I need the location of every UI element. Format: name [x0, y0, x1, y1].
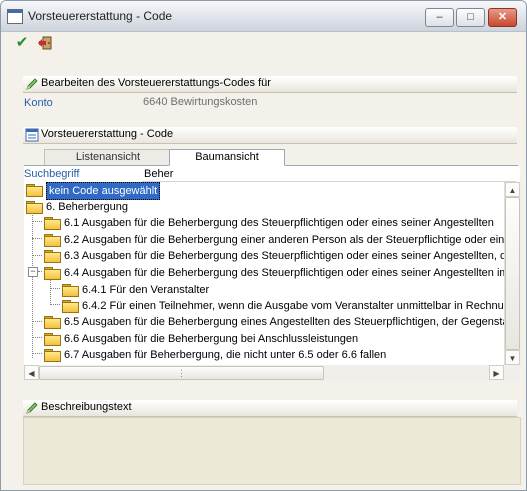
- tree-node-label: 6.2 Ausgaben für die Beherbergung einer …: [64, 234, 504, 246]
- tree-node-label: 6.3 Ausgaben für die Beherbergung des St…: [64, 250, 504, 262]
- code-section-title: Vorsteuererstattung - Code: [41, 128, 174, 140]
- tree-connector: [32, 208, 34, 358]
- pencil-icon: [26, 78, 38, 90]
- vertical-scrollbar[interactable]: ▲ ▼: [504, 182, 521, 365]
- view-tabs: Listenansicht Baumansicht: [24, 149, 518, 166]
- description-textarea[interactable]: [23, 417, 521, 485]
- tree-connector: [38, 271, 42, 273]
- tree-node-label: 6.1 Ausgaben für die Beherbergung des St…: [64, 217, 494, 229]
- tab-baumansicht[interactable]: Baumansicht: [169, 149, 285, 166]
- toolbar: ✔: [1, 32, 526, 54]
- vertical-scroll-thumb[interactable]: [505, 197, 520, 350]
- tree-node-label: 6.4.1 Für den Veranstalter: [82, 284, 210, 296]
- confirm-button[interactable]: ✔: [13, 35, 31, 51]
- tree-connector: [50, 279, 52, 305]
- horizontal-scroll-thumb[interactable]: ⋮: [39, 366, 324, 380]
- tree-connector: [50, 288, 60, 290]
- tree-node-label: 6. Beherbergung: [46, 201, 128, 213]
- window-title: Vorsteuererstattung - Code: [28, 9, 173, 23]
- folder-icon: [44, 316, 61, 329]
- konto-value: 6640 Bewirtungskosten: [143, 96, 258, 108]
- search-label: Suchbegriff: [24, 168, 80, 180]
- list-icon: [25, 128, 39, 142]
- folder-icon: [44, 250, 61, 263]
- tree-node-label: kein Code ausgewählt: [46, 182, 161, 200]
- tree-connector: [50, 304, 60, 306]
- tab-listenansicht[interactable]: Listenansicht: [44, 149, 172, 165]
- folder-icon: [44, 234, 61, 247]
- folder-icon: [26, 184, 43, 197]
- folder-icon: [44, 217, 61, 230]
- edit-section-header: Bearbeiten des Vorsteuererstattungs-Code…: [23, 76, 517, 93]
- tree-node-label: 6.7 Ausgaben für Beherbergung, die nicht…: [64, 349, 387, 361]
- folder-icon: [44, 349, 61, 362]
- tree-connector: [32, 238, 42, 240]
- folder-icon: [26, 201, 43, 214]
- pencil-icon: [26, 402, 38, 414]
- minimize-button[interactable]: –: [425, 8, 454, 27]
- scroll-left-button[interactable]: ◀: [24, 365, 39, 380]
- search-input[interactable]: [142, 166, 516, 182]
- konto-label: Konto: [24, 97, 53, 109]
- tree-connector: [32, 353, 42, 355]
- description-section-title: Beschreibungstext: [41, 401, 132, 413]
- exit-door-icon: [38, 36, 52, 50]
- horizontal-scrollbar[interactable]: ◀ ⋮ ▶: [24, 365, 504, 381]
- tree-node-label: 6.6 Ausgaben für die Beherbergung bei An…: [64, 333, 359, 345]
- checkmark-icon: ✔: [15, 34, 29, 51]
- code-tree[interactable]: − kein Code ausgewählt 6. Beherbergung 6…: [24, 182, 504, 365]
- close-button[interactable]: ✕: [488, 8, 517, 27]
- tree-node-label: 6.5 Ausgaben für die Beherbergung eines …: [64, 316, 504, 328]
- app-window-icon: [7, 9, 23, 24]
- title-bar[interactable]: Vorsteuererstattung - Code – □ ✕: [1, 1, 526, 32]
- folder-icon: [44, 267, 61, 280]
- folder-icon: [62, 300, 79, 313]
- scroll-right-button[interactable]: ▶: [489, 365, 504, 380]
- tree-connector: [32, 321, 42, 323]
- tree-connector: [32, 337, 42, 339]
- folder-icon: [62, 284, 79, 297]
- scroll-up-button[interactable]: ▲: [505, 182, 520, 197]
- description-section-header: Beschreibungstext: [23, 400, 517, 417]
- tree-connector: [32, 255, 42, 257]
- search-row: Suchbegriff: [24, 166, 520, 182]
- tree-connector: [32, 221, 42, 223]
- tree-node-label: 6.4 Ausgaben für die Beherbergung des St…: [64, 267, 504, 279]
- code-section-header: Vorsteuererstattung - Code: [23, 127, 517, 144]
- scroll-down-button[interactable]: ▼: [505, 350, 520, 365]
- scrollbar-corner: [504, 365, 520, 381]
- collapse-toggle[interactable]: −: [28, 267, 38, 277]
- folder-icon: [44, 333, 61, 346]
- edit-section-title: Bearbeiten des Vorsteuererstattungs-Code…: [41, 77, 271, 89]
- maximize-button[interactable]: □: [456, 8, 485, 27]
- dialog-window: Vorsteuererstattung - Code – □ ✕ ✔ Bearb…: [0, 0, 527, 491]
- tree-node-label: 6.4.2 Für einen Teilnehmer, wenn die Aus…: [82, 300, 504, 312]
- exit-button[interactable]: [36, 35, 54, 51]
